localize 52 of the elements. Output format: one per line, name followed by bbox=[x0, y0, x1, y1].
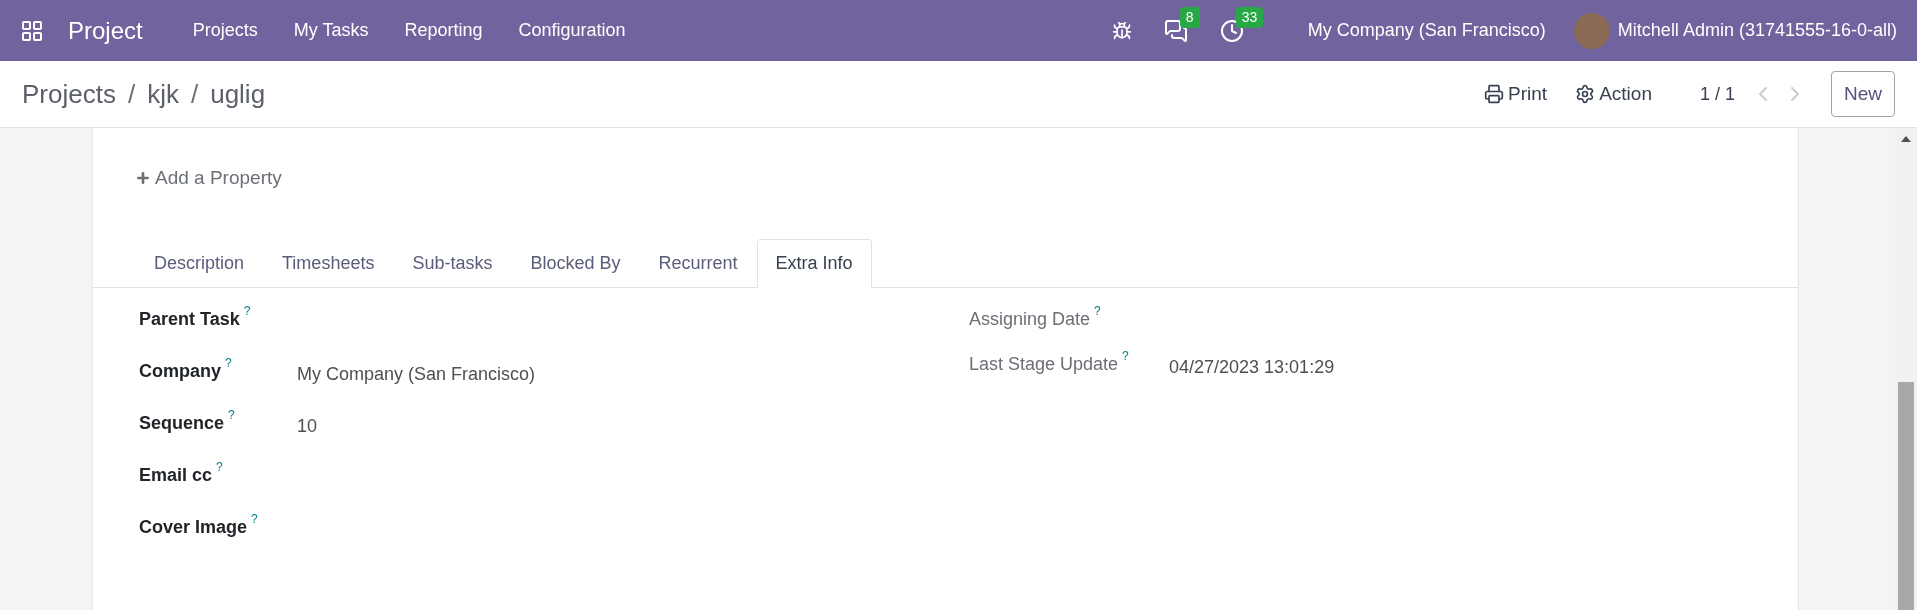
field-label: Assigning Date bbox=[969, 308, 1091, 331]
scrollbar-thumb[interactable] bbox=[1898, 382, 1914, 610]
messages-count-badge: 8 bbox=[1179, 6, 1200, 28]
notebook-tab[interactable]: Blocked By bbox=[511, 239, 640, 288]
app-name[interactable]: Project bbox=[68, 12, 143, 49]
field-label: Cover Image bbox=[139, 516, 248, 539]
bug-icon[interactable] bbox=[1111, 20, 1132, 41]
field-value: 04/27/2023 13:01:29 bbox=[1169, 356, 1335, 379]
breadcrumb-item[interactable]: Projects bbox=[22, 74, 116, 114]
help-tooltip-icon[interactable]: ? bbox=[1094, 304, 1101, 318]
print-button[interactable]: Print bbox=[1484, 79, 1548, 109]
plus-icon bbox=[135, 170, 151, 187]
activities-icon[interactable] bbox=[1219, 18, 1244, 43]
help-tooltip-icon[interactable]: ? bbox=[243, 304, 251, 318]
pager-value: 1 / 1 bbox=[1699, 82, 1735, 106]
messages-icon[interactable] bbox=[1163, 18, 1188, 43]
breadcrumb-separator: / bbox=[190, 77, 199, 111]
notebook-tab[interactable]: Extra Info bbox=[756, 239, 872, 288]
nav-menu-item[interactable]: Reporting bbox=[386, 17, 501, 44]
add-property-button[interactable]: Add a Property bbox=[135, 164, 282, 193]
help-tooltip-icon[interactable]: ? bbox=[225, 356, 232, 370]
scrollbar[interactable] bbox=[1895, 128, 1917, 610]
notebook-tab[interactable]: Recurrent bbox=[639, 239, 757, 288]
new-button[interactable]: New bbox=[1831, 70, 1895, 118]
help-tooltip-icon[interactable]: ? bbox=[1122, 349, 1129, 363]
nav-menu-item[interactable]: My Tasks bbox=[275, 17, 387, 44]
printer-icon bbox=[1484, 84, 1505, 104]
company-switcher[interactable]: My Company (San Francisco) bbox=[1307, 17, 1546, 44]
notebook-tab[interactable]: Sub-tasks bbox=[393, 239, 512, 288]
apps-menu-icon[interactable] bbox=[20, 18, 44, 43]
scroll-up-icon[interactable] bbox=[1901, 136, 1911, 142]
breadcrumb-item[interactable]: kjk bbox=[147, 74, 179, 114]
nav-menu-item[interactable]: Projects bbox=[174, 17, 276, 44]
breadcrumb-item[interactable]: uglig bbox=[210, 74, 266, 114]
help-tooltip-icon[interactable]: ? bbox=[216, 460, 223, 474]
help-tooltip-icon[interactable]: ? bbox=[228, 408, 235, 422]
field-label: Sequence bbox=[139, 412, 225, 435]
field-label: Email cc bbox=[139, 464, 213, 487]
field-label: Parent Task bbox=[139, 308, 240, 331]
help-tooltip-icon[interactable]: ? bbox=[251, 512, 258, 526]
notebook-tab[interactable]: Description bbox=[135, 239, 264, 288]
user-menu[interactable]: Mitchell Admin (31741555-16-0-all) bbox=[1617, 17, 1897, 44]
notebook-tab[interactable]: Timesheets bbox=[263, 239, 394, 288]
nav-menu-item[interactable]: Configuration bbox=[500, 17, 644, 44]
field-label: Company bbox=[139, 360, 221, 383]
activities-count-badge: 33 bbox=[1235, 6, 1264, 28]
field-value: 10 bbox=[297, 415, 318, 438]
breadcrumb-separator: / bbox=[127, 77, 136, 111]
action-button[interactable]: Action bbox=[1575, 79, 1652, 109]
gear-icon bbox=[1575, 84, 1596, 104]
field-label: Last Stage Update bbox=[969, 353, 1119, 376]
field-value: My Company (San Francisco) bbox=[297, 363, 536, 386]
